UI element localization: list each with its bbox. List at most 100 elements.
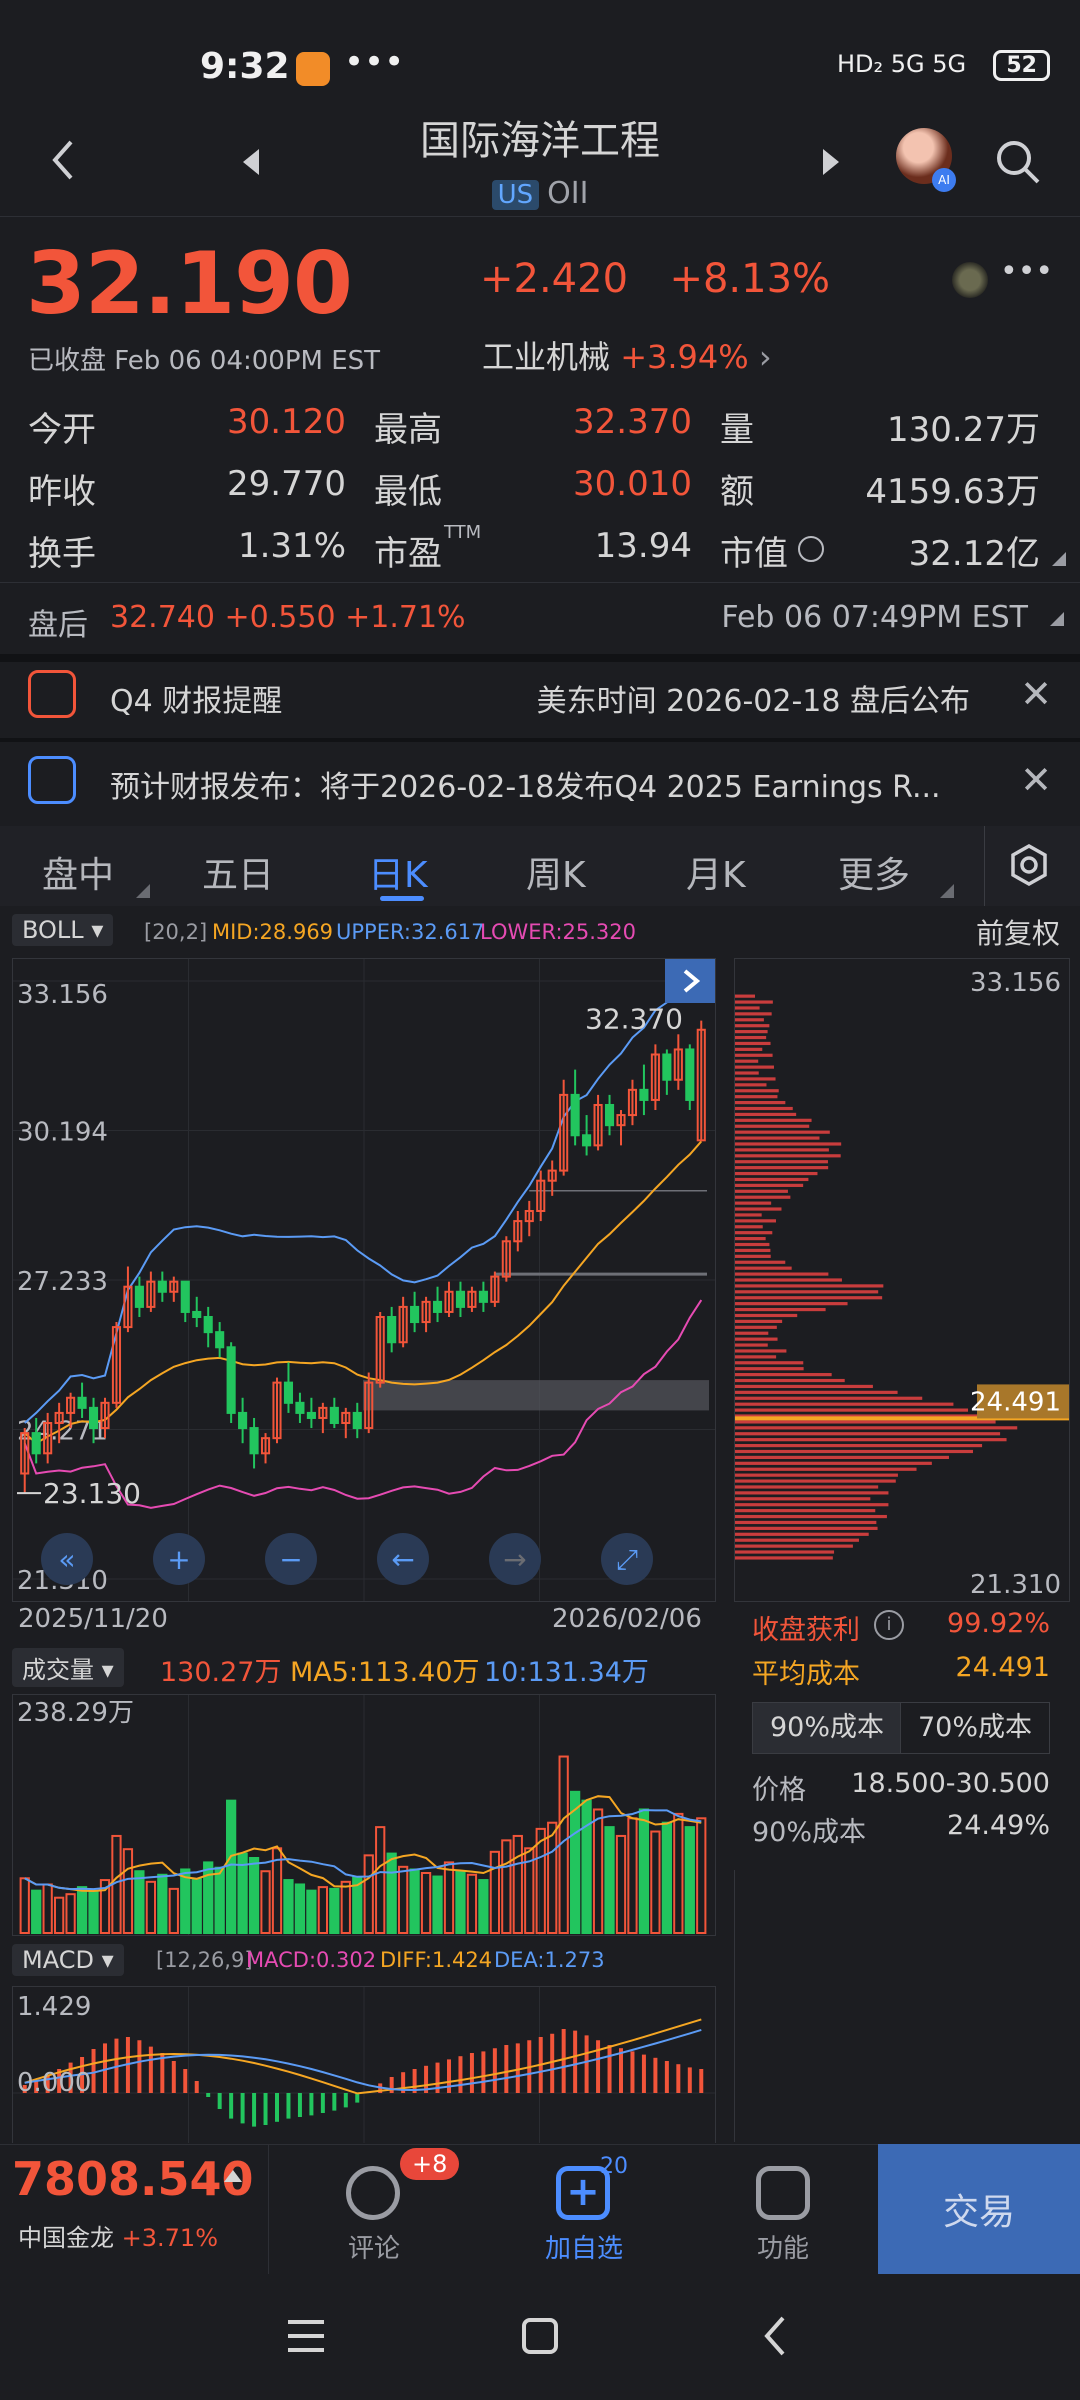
y-axis-label: 33.156 (17, 980, 108, 1010)
tab-monthly-k[interactable]: 月K (686, 846, 746, 898)
stat-value: 30.010 (573, 464, 692, 504)
stat-label: 今开 (28, 410, 96, 450)
volume-profile-bar (735, 1272, 829, 1276)
fullscreen-icon[interactable]: ⤢ (601, 1533, 653, 1585)
volume-profile-bar (735, 1550, 835, 1554)
volume-profile-bar (735, 1059, 759, 1063)
volume-bar (661, 1821, 672, 1934)
next-stock-icon[interactable] (816, 144, 846, 180)
stat-label: 市盈 (374, 534, 442, 574)
volume-profile-bar (735, 1041, 771, 1046)
volume-profile-bar (735, 1154, 841, 1158)
volume-profile-bar (735, 1207, 782, 1211)
menu-icon[interactable] (284, 2314, 328, 2358)
expand-chart-button (665, 959, 715, 1003)
home-icon[interactable] (518, 2314, 562, 2358)
volume-profile-bar (735, 1195, 791, 1199)
volume-profile-bar (735, 1148, 829, 1152)
volume-bar (157, 1873, 168, 1935)
volume-profile-bar (735, 1201, 772, 1205)
zoom-out-icon[interactable]: − (265, 1533, 317, 1585)
volume-profile-bar (735, 1012, 772, 1016)
close-icon[interactable]: ✕ (1020, 758, 1052, 802)
double-left-icon[interactable]: « (41, 1533, 93, 1585)
last-price: 32.190 (26, 234, 353, 334)
info-icon[interactable]: i (874, 1610, 904, 1640)
function-label[interactable]: 功能 (723, 2228, 843, 2265)
cost-90-tab[interactable]: 90%成本 (752, 1702, 902, 1754)
volume-profile[interactable]: 24.491 33.156 21.310 (734, 958, 1070, 1602)
market-cap-info-icon[interactable] (798, 536, 824, 562)
boll-mid: MID:28.969 (212, 920, 334, 944)
cost-70-tab[interactable]: 70%成本 (900, 1702, 1050, 1754)
volume-bar (547, 1821, 558, 1934)
volume-profile-bar (735, 1095, 778, 1099)
right-arrow-icon[interactable]: → (489, 1533, 541, 1585)
volume-profile-bar (735, 1024, 770, 1028)
more-icon[interactable]: ••• (1000, 254, 1053, 289)
volume-profile-bar (735, 1254, 771, 1258)
app-notification-icon (296, 52, 330, 86)
industry-link[interactable]: 工业机械 +3.94% › (482, 332, 772, 378)
volume-dropdown[interactable]: 成交量 ▾ (12, 1648, 124, 1687)
macd-value: MACD:0.302 (246, 1948, 377, 1972)
stat-value: 1.31% (237, 526, 346, 566)
volume-profile-bar (735, 1331, 769, 1335)
zoom-in-icon[interactable]: + (153, 1533, 205, 1585)
volume-profile-bar (735, 1183, 804, 1187)
earnings-forecast-banner[interactable]: 预计财报发布：将于2026-02-18发布Q4 2025 Earnings R.… (0, 742, 1080, 822)
after-hours-time: Feb 06 07:49PM EST (721, 600, 1028, 635)
function-menu-icon[interactable] (756, 2166, 810, 2220)
tab-daily-k[interactable]: 日K (368, 846, 428, 898)
tab-weekly-k[interactable]: 周K (526, 846, 586, 898)
tab-intraday[interactable]: 盘中 (42, 846, 114, 898)
control-glyph: → (503, 1543, 526, 1576)
price-adjust-toggle[interactable]: 前复权 (976, 912, 1060, 952)
volume-profile-bar (735, 1089, 779, 1093)
tab-five-day[interactable]: 五日 (202, 846, 274, 898)
index-price[interactable]: 7808.540 (12, 2152, 254, 2206)
earnings-reminder-banner[interactable]: Q4 财报提醒 美东时间 2026-02-18 盘后公布 ✕ (0, 656, 1080, 736)
volume-profile-bar (735, 1213, 762, 1217)
left-arrow-icon[interactable]: ← (377, 1533, 429, 1585)
candle-body (306, 1411, 316, 1419)
comment-label[interactable]: 评论 (314, 2228, 434, 2265)
vp-bottom-label: 21.310 (970, 1570, 1061, 1600)
volume-profile-bar (735, 1106, 793, 1111)
search-icon[interactable] (990, 134, 1046, 190)
macd-diff: DIFF:1.424 (380, 1948, 493, 1972)
right-panel-border (734, 1870, 1069, 2142)
volume-profile-bar (735, 1325, 777, 1329)
volume-bar (19, 1877, 30, 1934)
battery-icon: 52 (993, 50, 1050, 81)
control-glyph: ⤢ (616, 1543, 638, 1576)
volume-chart[interactable]: 238.29万 (12, 1694, 716, 1936)
tab-more[interactable]: 更多 (838, 846, 910, 898)
add-watchlist-label[interactable]: 加自选 (524, 2228, 644, 2265)
macd-chart[interactable]: 1.429 0.000 (12, 1986, 716, 2143)
macd-dropdown[interactable]: MACD ▾ (12, 1944, 124, 1976)
volume-bar (134, 1870, 145, 1934)
stat-label: 最高 (374, 410, 442, 450)
comment-icon[interactable] (346, 2166, 400, 2220)
cost-90-value: 24.49% (947, 1810, 1050, 1841)
chart-settings-icon[interactable] (1004, 840, 1054, 890)
low-price-label: 23.130 (43, 1477, 141, 1510)
community-avatar-icon[interactable] (952, 262, 988, 298)
volume-profile-bar (735, 1361, 804, 1365)
active-tab-indicator (380, 896, 424, 901)
close-icon[interactable]: ✕ (1020, 672, 1052, 716)
volume-bar (592, 1808, 604, 1934)
stats-expand-icon[interactable] (1052, 552, 1066, 566)
control-glyph: ← (391, 1543, 414, 1576)
candle-body (455, 1290, 466, 1308)
back-nav-icon[interactable] (752, 2312, 796, 2360)
stat-value: 32.12亿 (908, 534, 1040, 574)
kline-chart[interactable]: 33.15630.19427.23324.27121.31032.37023.1… (12, 958, 716, 1602)
volume-profile-bar (735, 1130, 830, 1134)
index-info[interactable]: 中国金龙 +3.71% (18, 2218, 218, 2253)
trade-button[interactable]: 交易 (878, 2144, 1080, 2274)
index-change: +3.71% (121, 2224, 218, 2252)
volume-profile-bar (735, 1485, 879, 1489)
indicator-dropdown[interactable]: BOLL ▾ (12, 914, 114, 946)
